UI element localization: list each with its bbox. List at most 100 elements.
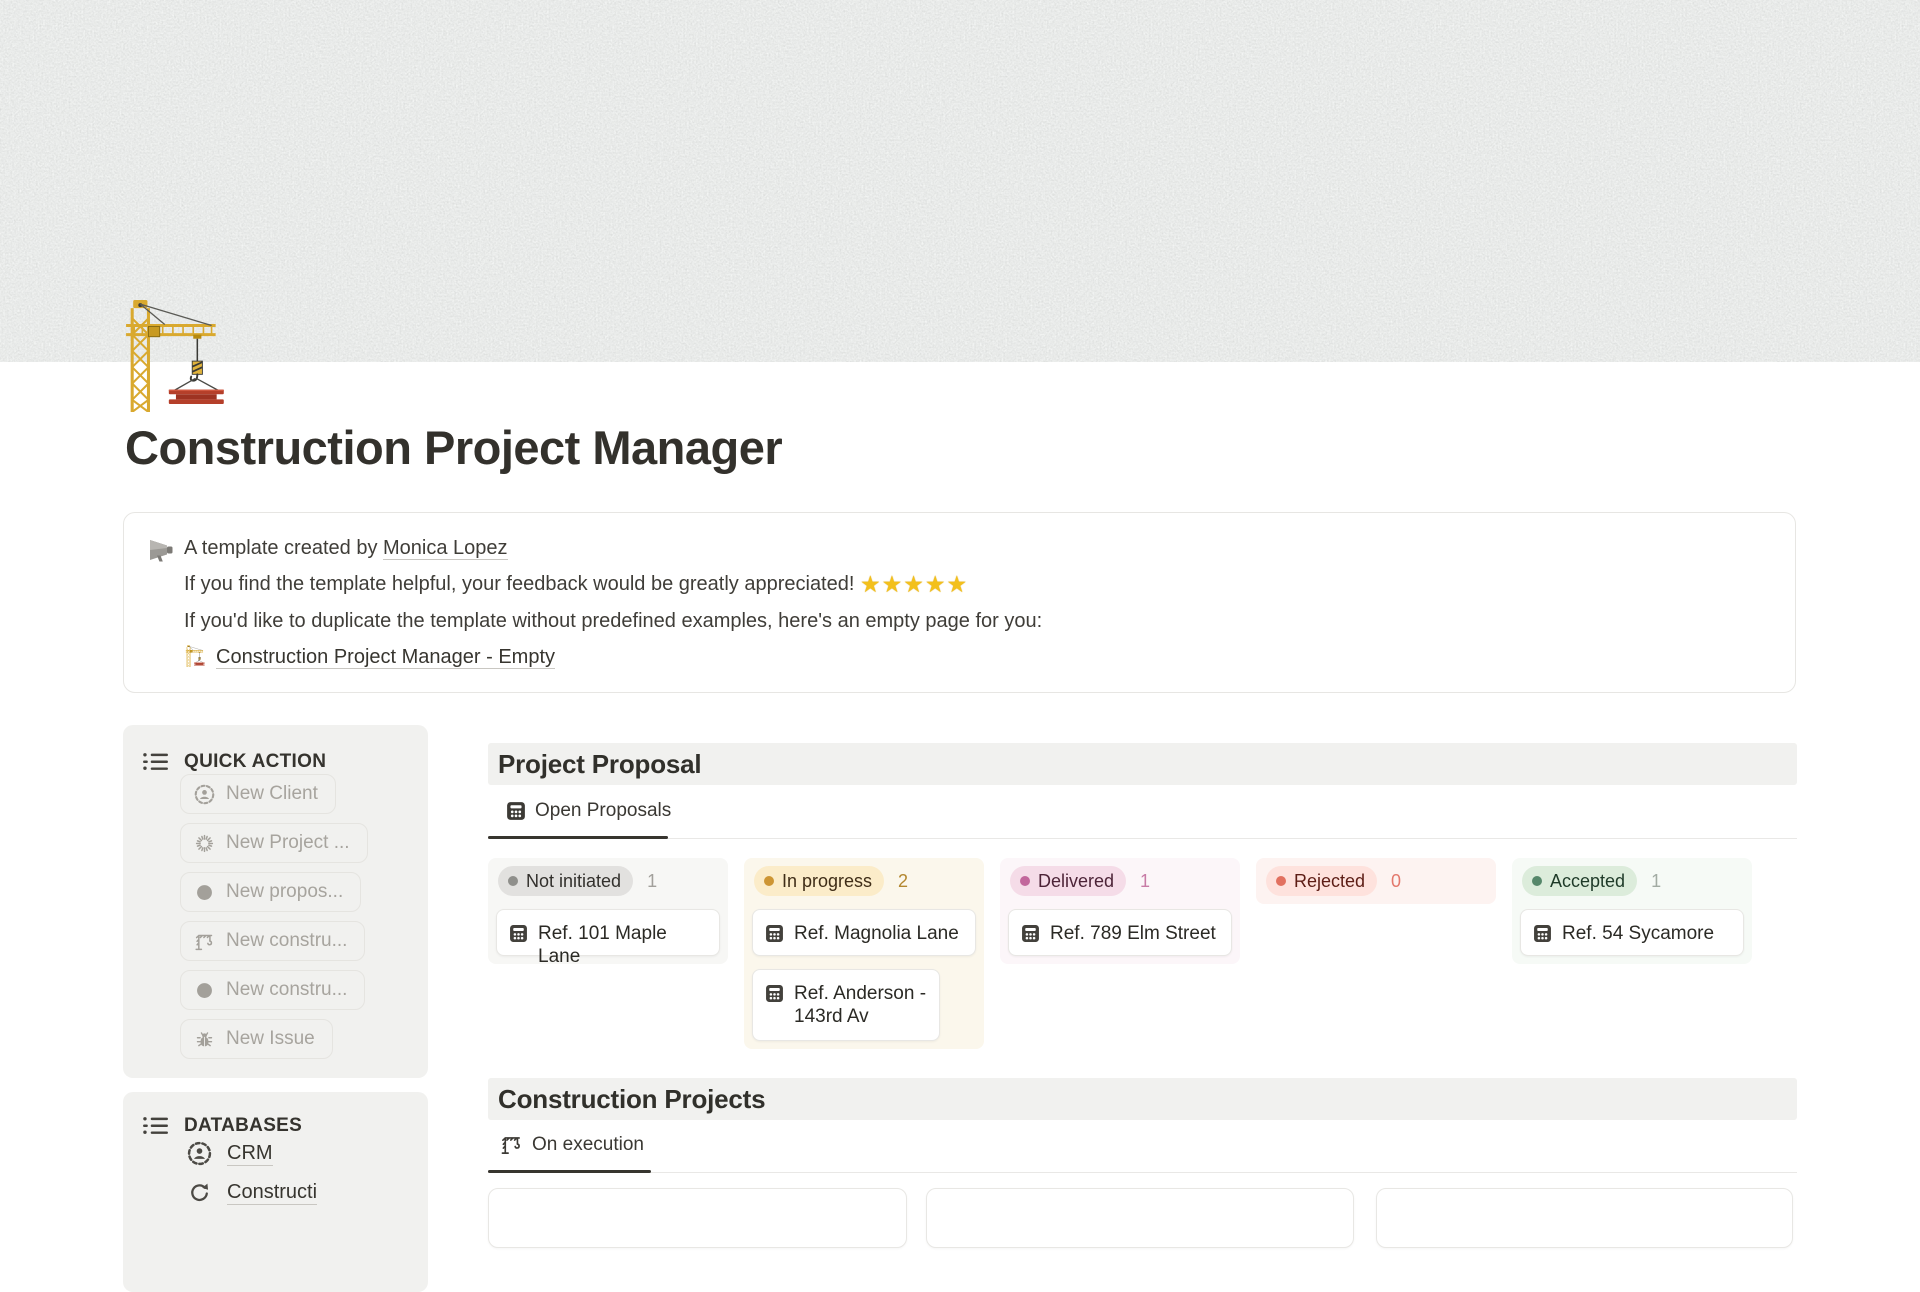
status-dot [764,876,774,886]
list-icon [142,1114,169,1137]
callout-line-author: A template created by Monica Lopez [184,535,508,561]
cover-image-stucco-texture [0,0,1920,362]
execution-card[interactable] [488,1188,907,1248]
database-link-constructions[interactable]: Constructi [187,1180,317,1205]
column-header[interactable]: Not initiated 1 [496,866,720,896]
kanban-column-not-initiated: Not initiated 1 Ref. 101 Maple Lane [488,858,728,964]
author-prefix-text: A template created by [184,537,383,559]
database-link-crm[interactable]: CRM [187,1141,273,1166]
execution-card[interactable] [1376,1188,1793,1248]
proposal-card[interactable]: Ref. 54 Sycamore [1520,909,1744,956]
status-dot [1276,876,1286,886]
circle-icon [194,882,215,903]
crane-line-icon [500,1133,523,1156]
table-icon [1021,924,1040,943]
card-title: Ref. Magnolia Lane [794,922,959,945]
table-icon [765,924,784,943]
tab-label: On execution [532,1134,644,1156]
new-construction-button[interactable]: New constru... [180,921,365,961]
burst-icon [194,833,215,854]
status-dot [508,876,518,886]
new-proposal-button[interactable]: New propos... [180,872,361,912]
kanban-column-accepted: Accepted 1 Ref. 54 Sycamore [1512,858,1752,964]
button-label: New constru... [226,979,347,1001]
cycle-arrow-icon [187,1180,212,1205]
status-badge: Not initiated [498,866,633,896]
status-dot [1020,876,1030,886]
status-dot [1532,876,1542,886]
new-project-button[interactable]: New Project ... [180,823,368,863]
quick-action-buttons: New Client New Project ... New propos...… [180,774,368,1068]
status-badge: Delivered [1010,866,1126,896]
status-badge: Rejected [1266,866,1377,896]
section-heading-construction-projects: Construction Projects [488,1078,1797,1120]
constructions-link: Constructi [227,1181,317,1205]
proposal-card[interactable]: Ref. 101 Maple Lane [496,909,720,956]
person-dashed-circle-icon [194,784,215,805]
quick-action-header: QUICK ACTION [142,750,326,773]
button-label: New Issue [226,1028,315,1050]
crm-link: CRM [227,1142,273,1166]
new-issue-button[interactable]: New Issue [180,1019,333,1059]
tab-divider [488,838,1797,839]
button-label: New constru... [226,930,347,952]
empty-page-link[interactable]: Construction Project Manager - Empty [216,646,555,669]
feedback-text: If you find the template helpful, your f… [184,573,860,595]
quick-action-panel: QUICK ACTION New Client New Project ... … [123,725,428,1078]
section-title: Construction Projects [498,1084,765,1115]
new-client-button[interactable]: New Client [180,774,336,814]
tab-on-execution[interactable]: On execution [500,1133,644,1156]
databases-heading: DATABASES [184,1115,302,1137]
status-label: Accepted [1550,871,1625,892]
proposal-card[interactable]: Ref. Magnolia Lane [752,909,976,956]
card-count: 1 [1140,871,1150,892]
quick-action-heading: QUICK ACTION [184,751,326,773]
card-title: Ref. 54 Sycamore [1562,922,1714,945]
table-icon [506,801,526,821]
table-icon [509,924,528,943]
proposal-card[interactable]: Ref. 789 Elm Street [1008,909,1232,956]
callout-line-feedback: If you find the template helpful, your f… [184,571,968,597]
proposal-card[interactable]: Ref. Anderson - 143rd Av [752,969,940,1041]
star-rating: ★★★★★ [860,571,968,597]
callout-line-empty-page: Construction Project Manager - Empty [184,644,555,670]
tab-open-proposals[interactable]: Open Proposals [506,800,671,822]
execution-card[interactable] [926,1188,1354,1248]
crane-line-icon [194,931,215,952]
column-header[interactable]: Rejected 0 [1264,866,1488,896]
column-header[interactable]: Accepted 1 [1520,866,1744,896]
page-title: Construction Project Manager [125,420,782,475]
crane-page-icon [184,645,208,667]
section-heading-project-proposal: Project Proposal [488,743,1797,785]
column-header[interactable]: In progress 2 [752,866,976,896]
kanban-column-in-progress: In progress 2 Ref. Magnolia Lane Ref. An… [744,858,984,1049]
card-count: 0 [1391,871,1401,892]
circle-icon [194,980,215,1001]
kanban-column-delivered: Delivered 1 Ref. 789 Elm Street [1000,858,1240,964]
person-dashed-circle-icon [187,1141,212,1166]
callout-line-duplicate: If you'd like to duplicate the template … [184,608,1042,634]
active-tab-indicator [488,1170,651,1173]
status-label: In progress [782,871,872,892]
tab-label: Open Proposals [535,800,671,822]
new-construction-button-2[interactable]: New constru... [180,970,365,1010]
card-title: Ref. 789 Elm Street [1050,922,1216,945]
databases-header: DATABASES [142,1114,302,1137]
button-label: New propos... [226,881,343,903]
button-label: New Project ... [226,832,350,854]
status-label: Not initiated [526,871,621,892]
megaphone-icon [148,537,180,565]
card-count: 2 [898,871,908,892]
card-count: 1 [1651,871,1661,892]
page-icon-crane[interactable] [116,298,242,412]
tab-divider [488,1172,1797,1173]
template-callout: A template created by Monica Lopez If yo… [123,512,1796,693]
status-label: Delivered [1038,871,1114,892]
proposal-kanban-board: Not initiated 1 Ref. 101 Maple Lane In p… [488,858,1797,1049]
section-title: Project Proposal [498,749,701,780]
status-badge: In progress [754,866,884,896]
column-header[interactable]: Delivered 1 [1008,866,1232,896]
author-link[interactable]: Monica Lopez [383,537,508,560]
status-label: Rejected [1294,871,1365,892]
status-badge: Accepted [1522,866,1637,896]
